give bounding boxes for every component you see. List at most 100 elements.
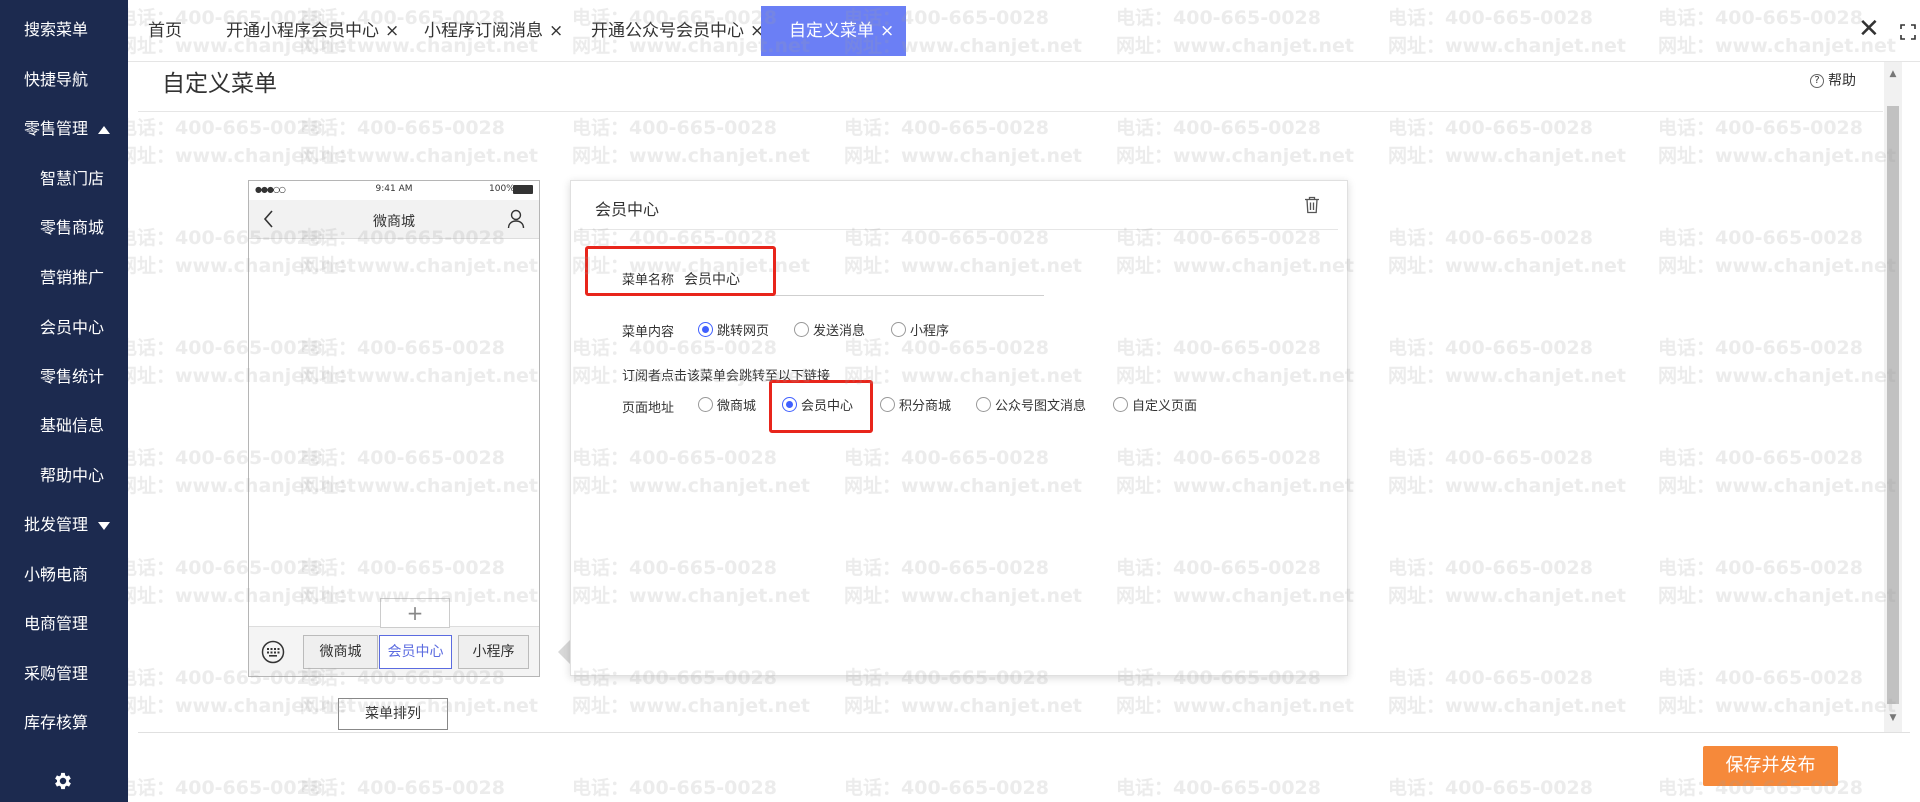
sidebar-item-smart-store[interactable]: 智慧门店	[0, 159, 128, 199]
watermark-text: 电话：400-665-0028网址：www.chanjet.net	[1116, 777, 1321, 799]
highlight-box	[585, 246, 776, 296]
divider	[138, 111, 1883, 112]
sidebar-item-label: 快捷导航	[24, 70, 89, 89]
scrollbar-thumb[interactable]	[1887, 106, 1899, 704]
tab-home[interactable]: 首页	[148, 6, 182, 56]
sidebar-item-label: 营销推广	[40, 268, 105, 287]
close-icon[interactable]: ✕	[1858, 16, 1880, 42]
radio-label: 发送消息	[813, 324, 866, 339]
add-submenu-button[interactable]: +	[380, 598, 450, 628]
fullscreen-icon[interactable]	[1900, 24, 1916, 40]
battery-icon	[513, 185, 533, 194]
sidebar-item-marketing[interactable]: 营销推广	[0, 258, 128, 298]
radio-page-points-mall[interactable]: 积分商城	[880, 395, 951, 414]
sidebar-item-retail-mall[interactable]: 零售商城	[0, 208, 128, 248]
phone-menu-item-selected[interactable]: 会员中心	[379, 635, 452, 669]
gear-icon[interactable]	[52, 770, 74, 792]
help-label: 帮助	[1828, 73, 1856, 89]
tab-custom-menu[interactable]: 自定义菜单 ×	[761, 6, 907, 56]
tab-close-icon[interactable]: ×	[549, 21, 563, 41]
tab-close-icon[interactable]: ×	[880, 21, 894, 41]
caret-up-icon	[98, 125, 111, 134]
radio-label: 公众号图文消息	[995, 399, 1087, 414]
radio-label: 小程序	[910, 324, 950, 339]
watermark-text: 电话：400-665-0028网址：www.chanjet.net	[572, 777, 777, 799]
save-and-publish-button[interactable]: 保存并发布	[1703, 746, 1838, 786]
tab-miniapp-member[interactable]: 开通小程序会员中心 ×	[226, 6, 399, 56]
trash-icon[interactable]	[1304, 196, 1320, 214]
question-icon: ?	[1810, 74, 1824, 88]
keyboard-icon[interactable]	[261, 640, 285, 664]
radio-send-message[interactable]: 发送消息	[794, 320, 865, 339]
watermark-text: 电话：400-665-0028网址：www.chanjet.net	[844, 777, 1049, 799]
tab-label: 首页	[148, 21, 182, 41]
tab-official-member[interactable]: 开通公众号会员中心 ×	[591, 6, 764, 56]
sidebar-item-label: 电商管理	[24, 614, 89, 633]
page-address-label: 页面地址	[622, 401, 675, 416]
tab-miniapp-subscribe[interactable]: 小程序订阅消息 ×	[424, 6, 563, 56]
sidebar-item-quick-nav[interactable]: 快捷导航	[0, 60, 128, 100]
sidebar-item-label: 零售商城	[40, 218, 105, 237]
tab-label: 自定义菜单	[789, 21, 874, 41]
sidebar-item-retail-stats[interactable]: 零售统计	[0, 357, 128, 397]
sidebar-item-ecommerce-mgmt[interactable]: 电商管理	[0, 604, 128, 644]
help-link[interactable]: ? 帮助	[1810, 70, 1856, 90]
watermark-text: 电话：400-665-0028网址：www.chanjet.net	[300, 777, 505, 799]
radio-page-micro-mall[interactable]: 微商城	[698, 395, 756, 414]
sidebar-item-help-center[interactable]: 帮助中心	[0, 456, 128, 496]
user-icon[interactable]	[507, 209, 525, 229]
radio-selected-icon	[698, 322, 713, 337]
sidebar-item-purchasing[interactable]: 采购管理	[0, 654, 128, 694]
radio-page-article-message[interactable]: 公众号图文消息	[976, 395, 1086, 414]
tab-label: 开通小程序会员中心	[226, 21, 379, 41]
phone-menu-bar: 微商城 会员中心 小程序	[249, 626, 539, 676]
radio-icon	[880, 397, 895, 412]
menu-content-label: 菜单内容	[622, 325, 675, 340]
watermark-text: 电话：400-665-0028网址：www.chanjet.net	[1388, 777, 1593, 799]
sidebar-item-label: 基础信息	[40, 416, 105, 435]
sidebar-item-wholesale[interactable]: 批发管理	[0, 505, 128, 545]
sidebar-item-label: 库存核算	[24, 713, 89, 732]
sidebar-item-ecommerce-small[interactable]: 小畅电商	[0, 555, 128, 595]
sidebar-item-label: 智慧门店	[40, 169, 105, 188]
radio-label: 跳转网页	[717, 324, 770, 339]
phone-nav-bar: 微商城	[249, 200, 539, 239]
radio-mini-program[interactable]: 小程序	[891, 320, 949, 339]
phone-menu-item[interactable]: 微商城	[303, 635, 378, 669]
radio-icon	[698, 397, 713, 412]
page-title: 自定义菜单	[162, 71, 277, 97]
panel-pointer	[558, 640, 570, 664]
sidebar-item-member-center[interactable]: 会员中心	[0, 308, 128, 348]
tab-label: 小程序订阅消息	[424, 21, 543, 41]
scroll-up-icon[interactable]: ▲	[1887, 68, 1899, 80]
radio-icon	[976, 397, 991, 412]
watermark-text: 电话：400-665-0028网址：www.chanjet.net	[128, 777, 323, 799]
radio-jump-webpage[interactable]: 跳转网页	[698, 320, 769, 339]
radio-page-custom[interactable]: 自定义页面	[1113, 395, 1197, 414]
status-battery: 100%	[489, 184, 515, 194]
sidebar-item-basic-info[interactable]: 基础信息	[0, 406, 128, 446]
sidebar-item-label: 批发管理	[24, 515, 89, 534]
scroll-down-icon[interactable]: ▼	[1887, 712, 1899, 724]
sidebar-item-label: 搜索菜单	[24, 20, 89, 39]
highlight-box	[769, 380, 873, 433]
phone-menu-item[interactable]: 小程序	[458, 635, 529, 669]
radio-icon	[891, 322, 906, 337]
sidebar-item-search-menu[interactable]: 搜索菜单	[0, 10, 128, 50]
radio-label: 自定义页面	[1132, 399, 1198, 414]
tab-label: 开通公众号会员中心	[591, 21, 744, 41]
radio-label: 积分商城	[899, 399, 952, 414]
menu-sort-button[interactable]: 菜单排列	[338, 698, 448, 730]
sidebar-item-label: 零售统计	[40, 367, 105, 386]
sidebar-item-label: 会员中心	[40, 318, 105, 337]
sidebar-item-retail[interactable]: 零售管理	[0, 109, 128, 149]
phone-status-bar: ●●●○○ 9:41 AM 100%	[249, 181, 539, 199]
sidebar-item-label: 采购管理	[24, 664, 89, 683]
radio-label: 微商城	[717, 399, 757, 414]
sidebar-item-inventory[interactable]: 库存核算	[0, 703, 128, 743]
tab-close-icon[interactable]: ×	[385, 21, 399, 41]
sidebar: 搜索菜单 快捷导航 零售管理 智慧门店 零售商城 营销推广 会员中心 零售统计 …	[0, 0, 128, 802]
radio-icon	[1113, 397, 1128, 412]
radio-icon	[794, 322, 809, 337]
footer-divider	[138, 732, 1910, 733]
